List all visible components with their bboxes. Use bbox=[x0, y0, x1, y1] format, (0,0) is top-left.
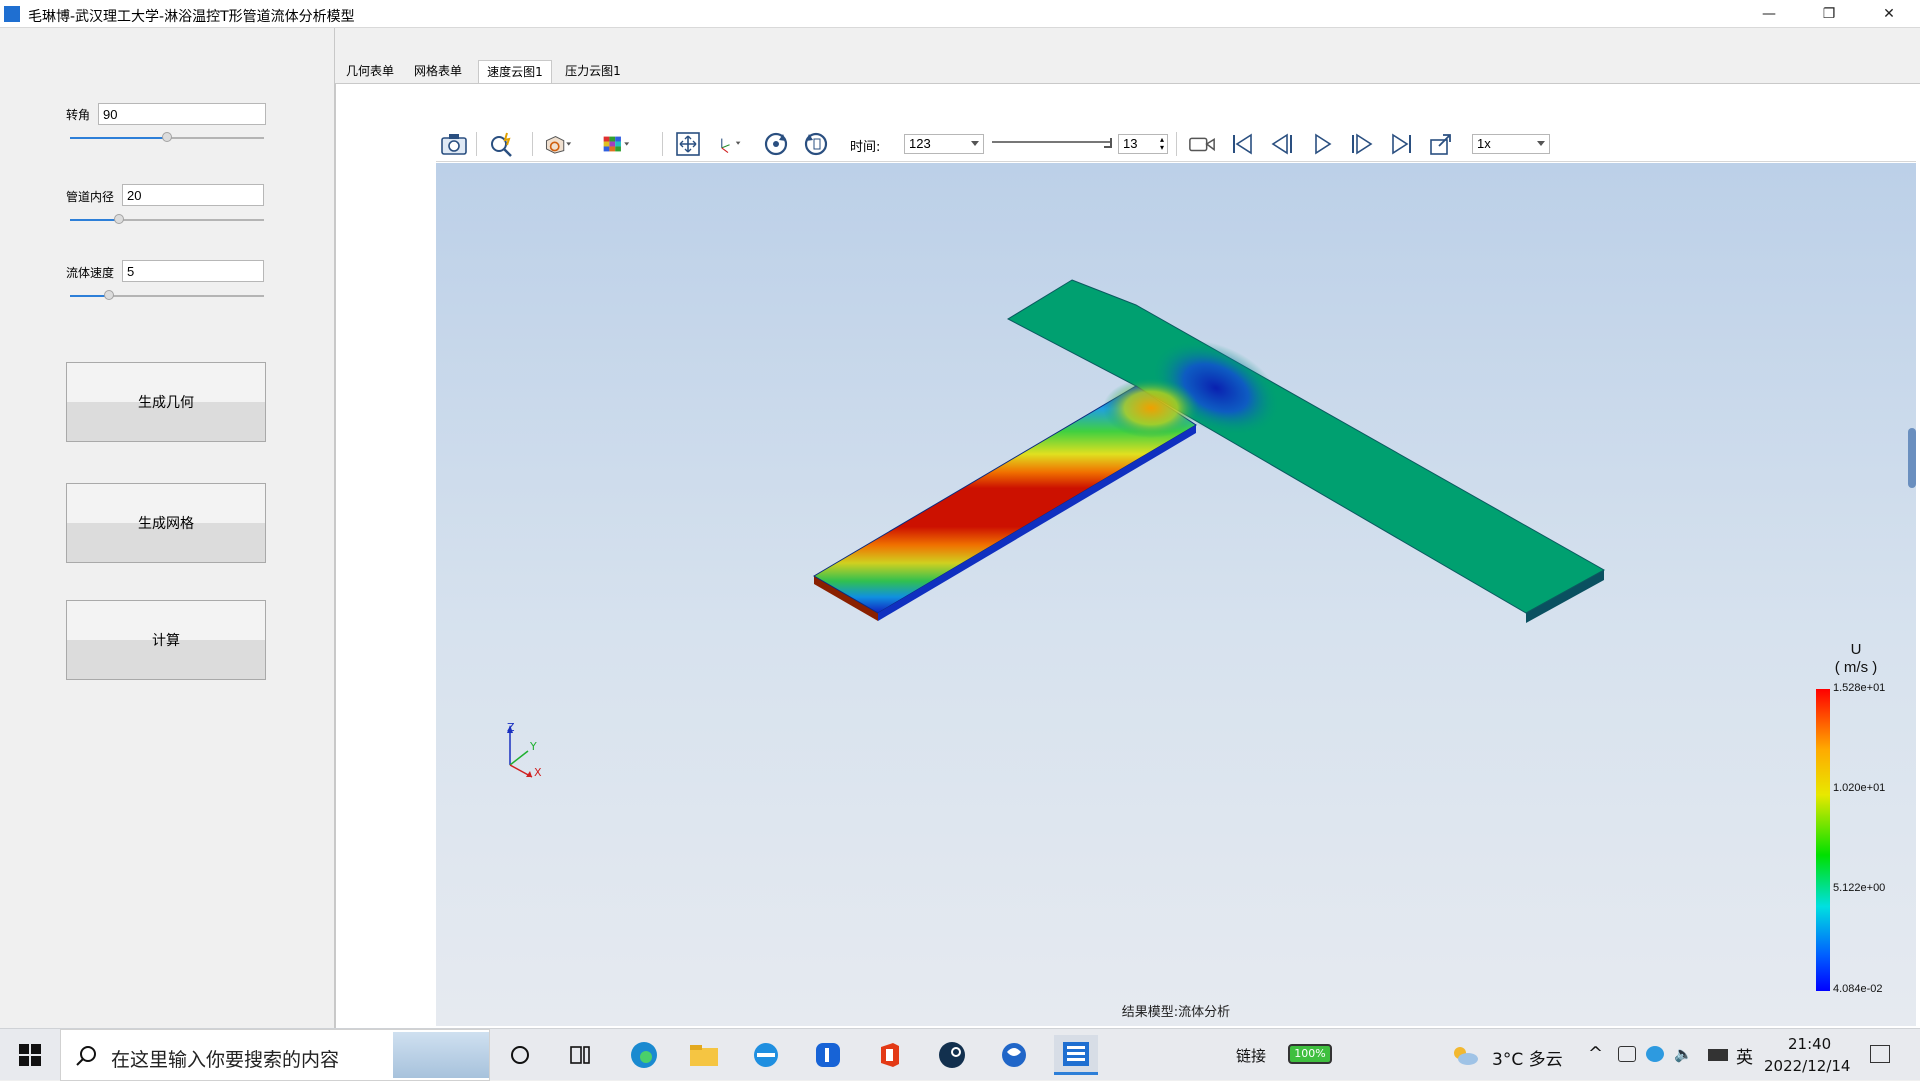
tab-pressure-contour[interactable]: 压力云图1 bbox=[556, 60, 630, 83]
section-view-icon[interactable] bbox=[544, 130, 572, 158]
ie-browser-icon[interactable] bbox=[744, 1035, 788, 1075]
diameter-input[interactable]: 20 bbox=[122, 184, 264, 206]
steam-icon[interactable] bbox=[930, 1035, 974, 1075]
prev-frame-icon[interactable] bbox=[1268, 130, 1296, 158]
diameter-label: 管道内径 bbox=[66, 190, 115, 204]
zoom-icon[interactable] bbox=[488, 130, 516, 158]
cortana-icon[interactable] bbox=[498, 1035, 542, 1075]
chevron-down-icon bbox=[1537, 141, 1545, 146]
windows-start-icon[interactable] bbox=[0, 1029, 60, 1081]
angle-slider-thumb[interactable] bbox=[162, 132, 172, 142]
generate-mesh-button[interactable]: 生成网格 bbox=[66, 483, 266, 563]
cfd-app-icon[interactable] bbox=[992, 1035, 1036, 1075]
vertical-scrollbar[interactable] bbox=[1908, 428, 1916, 488]
velocity-slider-thumb[interactable] bbox=[103, 290, 114, 300]
step-spinbox[interactable]: 13 ▴ ▾ bbox=[1118, 134, 1168, 154]
step-value: 13 bbox=[1123, 136, 1138, 151]
volume-icon[interactable]: 🔈 bbox=[1674, 1045, 1693, 1063]
close-button[interactable]: ✕ bbox=[1866, 0, 1912, 28]
legend-unit: ( m/s ) bbox=[1834, 659, 1878, 676]
clock-date[interactable]: 2022/12/14 bbox=[1764, 1057, 1850, 1075]
taskbar-search-box[interactable]: 在这里输入你要搜索的内容 bbox=[60, 1029, 490, 1081]
active-analysis-app-icon[interactable] bbox=[1054, 1035, 1098, 1075]
time-select[interactable]: 123 bbox=[904, 134, 984, 154]
weather-icon[interactable] bbox=[1450, 1043, 1480, 1070]
generate-geometry-button[interactable]: 生成几何 bbox=[66, 362, 266, 442]
task-view-icon[interactable] bbox=[558, 1035, 602, 1075]
legend-variable: U bbox=[1850, 641, 1862, 658]
weather-text[interactable]: 3°C 多云 bbox=[1492, 1045, 1563, 1070]
next-frame-icon[interactable] bbox=[1348, 130, 1376, 158]
contour-style-icon[interactable] bbox=[602, 130, 630, 158]
speed-value: 1x bbox=[1477, 136, 1491, 151]
viewer-toolbar: 时间: 123 13 ▴ ▾ 1x bbox=[436, 126, 1916, 162]
notification-icon[interactable] bbox=[1870, 1045, 1890, 1063]
app-icon bbox=[4, 6, 20, 22]
render-viewport[interactable]: Z Y X 结果模型:流体分析 U ( m/s ) 1.528e+01 1.02… bbox=[436, 163, 1916, 1026]
search-icon bbox=[76, 1046, 96, 1066]
lenovo-app-icon[interactable] bbox=[806, 1035, 850, 1075]
minimize-button[interactable]: — bbox=[1746, 0, 1792, 28]
legend-colorbar bbox=[1816, 689, 1830, 991]
office-icon[interactable] bbox=[868, 1035, 912, 1075]
file-explorer-icon[interactable] bbox=[682, 1035, 726, 1075]
chevron-up-icon[interactable]: ^ bbox=[1588, 1043, 1603, 1064]
parameter-panel: 转角 90 管道内径 20 流体速度 5 生成几何 生成网格 计算 bbox=[0, 28, 335, 1028]
velocity-slider-fill bbox=[70, 295, 109, 297]
timeline-slider[interactable] bbox=[992, 141, 1112, 143]
velocity-label: 流体速度 bbox=[66, 266, 115, 280]
diameter-slider-thumb[interactable] bbox=[113, 214, 124, 224]
restore-button[interactable]: ❐ bbox=[1806, 0, 1852, 28]
playback-speed-select[interactable]: 1x bbox=[1472, 134, 1550, 154]
tray-app-icon[interactable] bbox=[1618, 1046, 1636, 1062]
angle-slider-fill bbox=[70, 137, 167, 139]
axis-orientation-icon[interactable] bbox=[714, 130, 742, 158]
clock-time[interactable]: 21:40 bbox=[1788, 1035, 1831, 1053]
last-frame-icon[interactable] bbox=[1388, 130, 1416, 158]
battery-tray-icon[interactable] bbox=[1708, 1049, 1728, 1061]
taskbar: 在这里输入你要搜索的内容 链接 100% 3°C 多云 ^ 🔈 英 21:40 … bbox=[0, 1028, 1920, 1081]
diameter-slider-fill bbox=[70, 219, 119, 221]
edge-browser-icon[interactable] bbox=[622, 1035, 666, 1075]
record-video-icon[interactable] bbox=[1188, 130, 1216, 158]
legend-tick-low: 5.122e+00 bbox=[1833, 882, 1886, 894]
network-status-label: 链接 bbox=[1236, 1047, 1267, 1065]
battery-percent: 100% bbox=[1294, 1047, 1326, 1060]
axis-z-label: Z bbox=[507, 721, 515, 734]
ime-indicator[interactable]: 英 bbox=[1736, 1043, 1753, 1068]
timeline-slider-end[interactable] bbox=[1104, 138, 1112, 148]
rotate-cw-icon[interactable] bbox=[762, 130, 790, 158]
legend-tick-min: 4.084e-02 bbox=[1833, 983, 1883, 995]
result-model-status: 结果模型:流体分析 bbox=[1121, 1005, 1231, 1020]
chevron-down-icon bbox=[971, 141, 979, 146]
axis-x-label: X bbox=[534, 766, 542, 779]
search-placeholder: 在这里输入你要搜索的内容 bbox=[111, 1049, 340, 1071]
tab-velocity-contour[interactable]: 速度云图1 bbox=[478, 60, 552, 83]
axis-y-label: Y bbox=[530, 740, 537, 753]
time-select-value: 123 bbox=[909, 136, 931, 151]
window-title: 毛琳博-武汉理工大学-淋浴温控T形管道流体分析模型 bbox=[28, 9, 355, 25]
angle-label: 转角 bbox=[66, 108, 91, 122]
time-label: 时间: bbox=[850, 140, 881, 155]
compute-button[interactable]: 计算 bbox=[66, 600, 266, 680]
spin-arrows-icon[interactable]: ▴ ▾ bbox=[1160, 136, 1164, 152]
battery-indicator[interactable]: 100% bbox=[1288, 1044, 1332, 1064]
search-highlight-image bbox=[393, 1032, 489, 1078]
legend-tick-max: 1.528e+01 bbox=[1833, 682, 1886, 694]
camera-icon[interactable] bbox=[440, 130, 468, 158]
tab-geometry-form[interactable]: 几何表单 bbox=[336, 60, 404, 83]
first-frame-icon[interactable] bbox=[1228, 130, 1256, 158]
export-icon[interactable] bbox=[1428, 130, 1456, 158]
tray-security-icon[interactable] bbox=[1646, 1046, 1664, 1062]
angle-input[interactable]: 90 bbox=[98, 103, 266, 125]
legend-tick-high: 1.020e+01 bbox=[1833, 782, 1886, 794]
velocity-input[interactable]: 5 bbox=[122, 260, 264, 282]
rotate-ccw-icon[interactable] bbox=[802, 130, 830, 158]
velocity-contour-model bbox=[813, 279, 1606, 623]
fit-view-icon[interactable] bbox=[674, 130, 702, 158]
tab-mesh-form[interactable]: 网格表单 bbox=[404, 60, 472, 83]
play-icon[interactable] bbox=[1308, 130, 1336, 158]
title-bar: 毛琳博-武汉理工大学-淋浴温控T形管道流体分析模型 — ❐ ✕ bbox=[0, 0, 1920, 28]
